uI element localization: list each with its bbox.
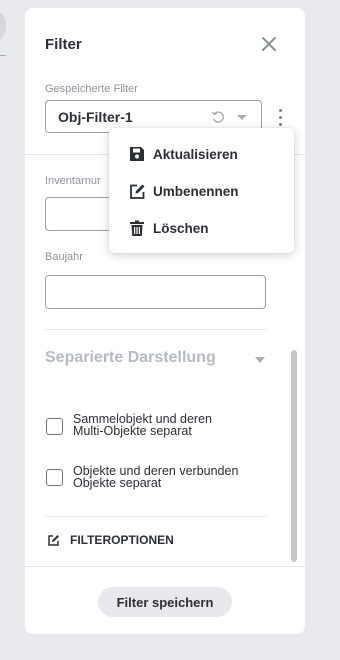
filter-actions-menu: Aktualisieren Umbenennen Löschen (109, 128, 294, 253)
edit-icon (48, 534, 59, 546)
section-divider (45, 329, 266, 330)
section-title[interactable]: Separierte Darstellung (45, 349, 216, 367)
save-filter-button[interactable]: Filter speichern (98, 587, 232, 617)
filteroptions-label: FILTEROPTIONEN (70, 533, 174, 547)
saved-filter-value: Obj-Filter-1 (58, 109, 133, 125)
footer-divider (25, 566, 305, 567)
checkbox-linked-objects[interactable] (46, 469, 63, 486)
background-divider (0, 55, 6, 56)
save-icon (130, 147, 144, 161)
year-label: Baujahr (45, 251, 83, 263)
options-divider (45, 516, 266, 517)
filter-panel: Filter Gespeicherte Filter Obj-Filter-1 … (25, 8, 305, 634)
checkbox-linked-label: Objekte und deren verbunden Objekte sepa… (73, 464, 239, 490)
year-input[interactable] (45, 275, 266, 309)
reset-icon[interactable] (211, 110, 225, 124)
menu-item-rename-label: Umbenennen (153, 183, 239, 199)
edit-icon (130, 184, 145, 199)
saved-filters-label: Gespeicherte Filter (45, 83, 138, 95)
chevron-down-icon[interactable] (237, 115, 247, 120)
panel-title: Filter (45, 36, 82, 53)
background-avatar-edge (0, 11, 6, 41)
trash-icon (130, 220, 144, 236)
filteroptions-button[interactable]: FILTEROPTIONEN (47, 532, 174, 548)
menu-item-update-label: Aktualisieren (153, 146, 238, 162)
menu-item-rename[interactable]: Umbenennen (109, 176, 294, 206)
menu-item-update[interactable]: Aktualisieren (109, 139, 294, 169)
checkbox-collection-objects[interactable] (46, 418, 63, 435)
inventory-label: Inventarnur (45, 175, 101, 187)
more-options-icon[interactable] (277, 109, 285, 127)
menu-item-delete[interactable]: Löschen (109, 213, 294, 243)
scrollbar[interactable] (291, 350, 297, 562)
close-icon[interactable] (259, 35, 279, 55)
checkbox-collection-label: Sammelobjekt und deren Multi-Objekte sep… (73, 412, 212, 438)
chevron-down-icon[interactable] (255, 357, 265, 363)
menu-item-delete-label: Löschen (153, 220, 209, 236)
